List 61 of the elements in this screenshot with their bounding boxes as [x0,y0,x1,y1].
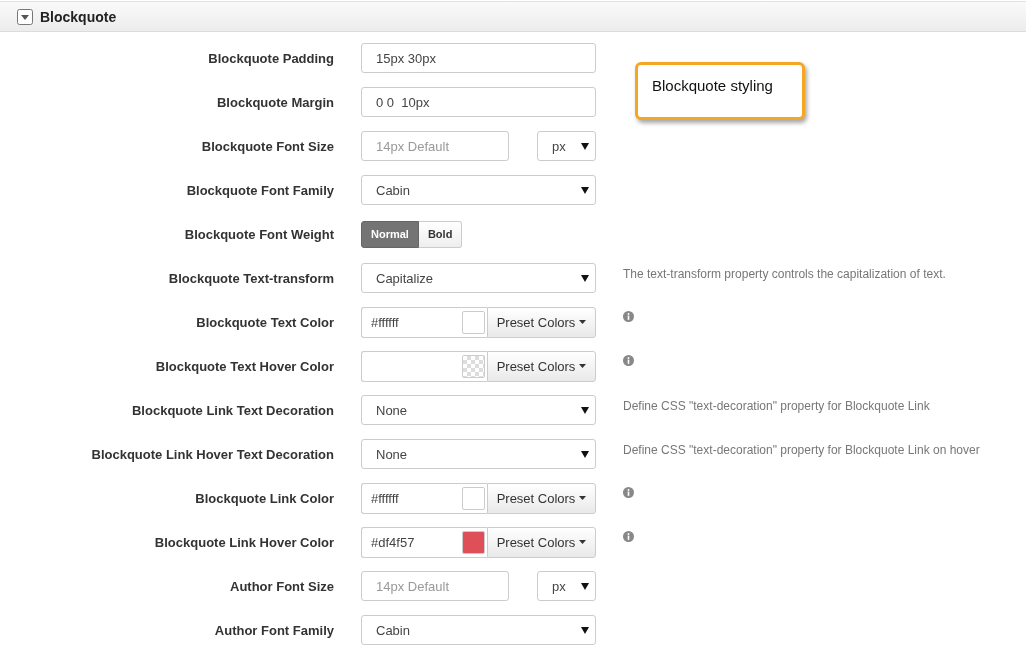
field-label: Blockquote Link Text Decoration [131,402,334,418]
transparent-swatch[interactable] [462,354,485,378]
field-label: Blockquote Font Size [200,138,334,154]
select-field[interactable]: None [361,395,596,425]
field-label: Blockquote Link Color [194,490,334,506]
info-icon[interactable] [623,531,634,542]
field-label: Blockquote Padding [207,50,334,66]
info-icon[interactable] [623,355,634,366]
color-field[interactable]: #ffffff [361,306,487,338]
caret-icon [581,582,589,590]
color-field[interactable]: #ffffff [361,482,487,514]
color-swatch[interactable] [462,310,485,334]
font-size-field[interactable]: 14px Default [361,571,509,601]
field-label: Blockquote Margin [216,94,334,110]
section-title: Blockquote [40,8,117,25]
caret-icon [581,406,589,414]
font-weight-option[interactable]: Bold [418,220,463,248]
collapse-toggle-icon[interactable] [17,8,33,25]
caret-icon [581,142,589,150]
color-field[interactable]: #df4f57 [361,526,487,558]
section-header[interactable]: Blockquote [0,1,1026,32]
preset-colors-button[interactable]: Preset Colors [487,526,596,558]
caret-icon [581,274,589,282]
callout-box: Blockquote styling [635,62,805,120]
select-field[interactable]: Cabin [361,175,596,205]
color-swatch[interactable] [462,486,485,510]
field-label: Blockquote Text Hover Color [154,358,334,374]
caret-icon [579,496,587,500]
unit-select[interactable]: px [537,131,596,161]
caret-icon [579,320,587,324]
select-field[interactable]: Capitalize [361,263,596,293]
caret-icon [581,186,589,194]
help-text: Define CSS "text-decoration" property for Blockquote Link on hover [623,443,980,457]
caret-icon [581,450,589,458]
text-field[interactable]: 0 0 10px [361,87,596,117]
field-label: Blockquote Link Hover Text Decoration [90,446,334,462]
color-field[interactable] [361,350,487,382]
select-field[interactable]: Cabin [361,615,596,645]
caret-icon [579,364,587,368]
info-icon[interactable] [623,487,634,498]
caret-icon [581,626,589,634]
preset-colors-button[interactable]: Preset Colors [487,306,596,338]
field-label: Blockquote Font Weight [183,226,334,242]
select-field[interactable]: None [361,439,596,469]
font-weight-option[interactable]: Normal [361,220,419,248]
preset-colors-button[interactable]: Preset Colors [487,350,596,382]
text-field[interactable]: 15px 30px [361,43,596,73]
field-label: Author Font Size [229,578,334,594]
font-size-field[interactable]: 14px Default [361,131,509,161]
field-label: Author Font Family [213,622,334,638]
color-swatch[interactable] [462,530,485,554]
field-label: Blockquote Text-transform [167,270,334,286]
preset-colors-button[interactable]: Preset Colors [487,482,596,514]
field-label: Blockquote Link Hover Color [153,534,334,550]
field-label: Blockquote Font Family [185,182,334,198]
field-label: Blockquote Text Color [195,314,334,330]
info-icon[interactable] [623,311,634,322]
help-text: Define CSS "text-decoration" property for Blockquote Link [623,399,930,413]
unit-select[interactable]: px [537,571,596,601]
caret-icon [579,540,587,544]
help-text: The text-transform property controls the capitalization of text. [623,267,946,281]
